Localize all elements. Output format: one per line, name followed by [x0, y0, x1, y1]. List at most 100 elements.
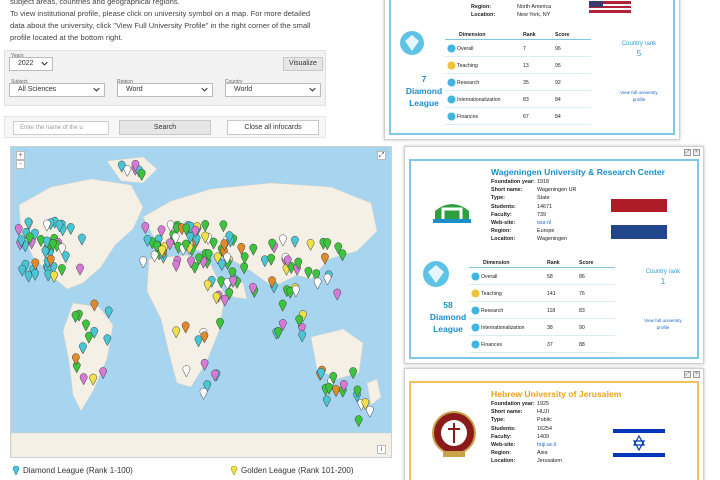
- university-pin[interactable]: [322, 395, 331, 408]
- university-pin[interactable]: [313, 277, 322, 290]
- subject-select[interactable]: All Sciences: [9, 83, 105, 97]
- university-name[interactable]: Hebrew University of Jerusalem: [491, 389, 621, 399]
- university-pin[interactable]: [181, 321, 190, 334]
- university-pin[interactable]: [78, 233, 86, 246]
- university-pin[interactable]: [104, 306, 113, 319]
- university-pin[interactable]: [323, 273, 332, 286]
- country-select[interactable]: World: [225, 83, 321, 97]
- university-pin[interactable]: [43, 219, 51, 232]
- university-pin[interactable]: [217, 259, 226, 272]
- ranking-dim: Finances: [481, 342, 503, 348]
- university-pin[interactable]: [267, 253, 275, 266]
- university-pin[interactable]: [278, 299, 287, 312]
- university-pin[interactable]: [332, 385, 340, 398]
- zoom-out-button[interactable]: -: [16, 160, 25, 169]
- intro-line: To view institutional profile, please cl…: [10, 9, 311, 18]
- university-pin[interactable]: [137, 169, 146, 182]
- university-pin[interactable]: [150, 250, 159, 263]
- university-pin[interactable]: [14, 224, 23, 237]
- university-pin[interactable]: [24, 217, 33, 230]
- university-pin[interactable]: [50, 270, 58, 283]
- university-pin[interactable]: [304, 266, 313, 279]
- info-value: 1409: [537, 433, 549, 440]
- subject-value: All Sciences: [18, 86, 57, 93]
- university-pin[interactable]: [216, 317, 224, 330]
- university-pin[interactable]: [99, 367, 107, 380]
- ranking-table-header: Dimension Rank Score: [469, 259, 615, 268]
- region-select[interactable]: Word: [117, 83, 213, 97]
- view-full-profile-link[interactable]: View full university profile: [637, 317, 689, 331]
- university-pin[interactable]: [71, 311, 80, 324]
- university-search-input[interactable]: Enter the name of the u: [13, 121, 109, 135]
- university-pin[interactable]: [354, 415, 363, 428]
- close-all-infocards-button[interactable]: Close all infocards: [227, 120, 319, 135]
- zoom-in-button[interactable]: +: [16, 151, 25, 160]
- university-pin[interactable]: [103, 334, 112, 347]
- university-pin[interactable]: [90, 299, 99, 312]
- university-pin[interactable]: [200, 331, 209, 344]
- pins-layer[interactable]: [11, 147, 392, 458]
- restore-icon[interactable]: ⤢: [684, 149, 691, 156]
- university-pin[interactable]: [366, 405, 374, 418]
- university-pin[interactable]: [31, 269, 39, 282]
- year-select[interactable]: 2022: [9, 57, 53, 71]
- info-value: Asia: [537, 450, 548, 457]
- university-pin[interactable]: [201, 220, 210, 233]
- university-pin[interactable]: [172, 326, 181, 339]
- info-value: 14671: [537, 203, 552, 210]
- university-pin[interactable]: [123, 165, 132, 178]
- university-pin[interactable]: [66, 223, 75, 236]
- fullscreen-icon[interactable]: ⤢: [377, 151, 386, 160]
- university-pin[interactable]: [240, 262, 249, 275]
- university-pin[interactable]: [219, 220, 228, 233]
- close-icon[interactable]: ×: [693, 371, 700, 378]
- university-pin[interactable]: [203, 279, 212, 292]
- university-pin[interactable]: [291, 235, 299, 248]
- university-pin[interactable]: [58, 264, 66, 277]
- university-pin[interactable]: [209, 237, 218, 250]
- view-full-profile-link[interactable]: View full university profile: [613, 89, 665, 103]
- university-pin[interactable]: [279, 234, 287, 247]
- info-value: Europe: [537, 228, 555, 235]
- info-row: Type: State: [491, 194, 576, 202]
- university-pin[interactable]: [333, 288, 342, 301]
- world-map[interactable]: + - ⤢ i: [10, 146, 392, 458]
- university-pin[interactable]: [82, 319, 90, 332]
- university-pin[interactable]: [61, 251, 70, 264]
- university-pin[interactable]: [298, 330, 306, 343]
- university-pin[interactable]: [338, 249, 347, 262]
- info-value[interactable]: wur.nl: [537, 219, 551, 227]
- university-pin[interactable]: [139, 256, 148, 269]
- university-pin[interactable]: [349, 367, 357, 380]
- info-key: Faculty:: [491, 433, 512, 440]
- university-pin[interactable]: [85, 331, 93, 344]
- university-pin[interactable]: [292, 285, 300, 298]
- university-pin[interactable]: [141, 222, 150, 235]
- university-pin[interactable]: [79, 373, 88, 386]
- university-pin[interactable]: [194, 335, 203, 348]
- university-name[interactable]: Wageningen University & Research Center: [491, 167, 665, 177]
- university-pin[interactable]: [323, 238, 332, 251]
- visualize-button[interactable]: Visualize: [283, 57, 323, 71]
- university-pin[interactable]: [321, 252, 329, 265]
- university-pin[interactable]: [212, 292, 221, 305]
- info-key: Students:: [491, 425, 516, 432]
- university-pin[interactable]: [182, 365, 191, 378]
- university-pin[interactable]: [76, 263, 84, 276]
- info-icon[interactable]: i: [377, 445, 386, 454]
- info-key: Web-site:: [491, 442, 516, 449]
- university-pin[interactable]: [79, 342, 87, 355]
- restore-icon[interactable]: ⤢: [684, 371, 691, 378]
- university-pin[interactable]: [200, 358, 209, 371]
- university-pin[interactable]: [221, 294, 229, 307]
- ranking-dim: Overall: [481, 274, 498, 280]
- university-pin[interactable]: [172, 260, 181, 273]
- university-pin[interactable]: [249, 243, 258, 256]
- university-pin[interactable]: [306, 239, 315, 252]
- close-icon[interactable]: ×: [693, 149, 700, 156]
- university-pin[interactable]: [240, 252, 249, 265]
- search-button[interactable]: Search: [119, 120, 211, 135]
- university-pin[interactable]: [199, 387, 208, 400]
- university-pin[interactable]: [89, 373, 97, 386]
- info-value[interactable]: huji.ac.il: [537, 441, 556, 449]
